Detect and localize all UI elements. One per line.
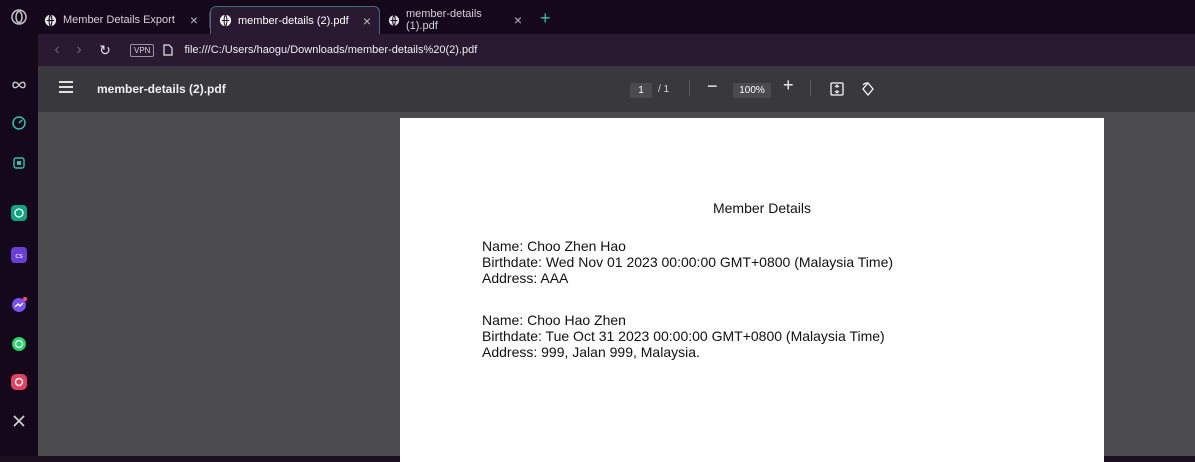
member-birthdate: Birthdate: Tue Oct 31 2023 00:00:00 GMT+… [482, 328, 885, 344]
tab-member-details-export[interactable]: Member Details Export × [36, 6, 206, 34]
tab-label: member-details (2).pdf [238, 14, 349, 27]
back-icon[interactable]: ‹ [46, 41, 68, 59]
member-record: Name: Choo Hao Zhen Birthdate: Tue Oct 3… [482, 312, 885, 360]
sidebar: cs [0, 34, 38, 456]
forward-icon[interactable]: › [68, 41, 90, 59]
svg-text:cs: cs [15, 252, 23, 260]
zoom-level-select[interactable]: 100% [733, 83, 771, 98]
opera-menu-icon[interactable] [10, 8, 28, 26]
pdf-canvas[interactable]: Member Details Name: Choo Zhen Hao Birth… [38, 112, 1195, 462]
globe-icon [44, 14, 57, 26]
whatsapp-icon[interactable] [10, 335, 28, 353]
tab-label: Member Details Export [63, 14, 175, 26]
member-address: Address: AAA [482, 270, 569, 286]
globe-icon [388, 14, 400, 26]
member-record: Name: Choo Zhen Hao Birthdate: Wed Nov 0… [482, 238, 893, 286]
page-heading: Member Details [712, 200, 812, 216]
tab-label: member-details (1).pdf [405, 8, 482, 32]
close-tab-icon[interactable]: × [514, 12, 522, 28]
chatgpt-icon[interactable] [10, 204, 28, 222]
reload-icon[interactable]: ↻ [94, 42, 116, 59]
member-name: Name: Choo Hao Zhen [482, 312, 626, 328]
fit-page-icon[interactable] [830, 82, 844, 96]
toolbar-divider [689, 80, 690, 96]
cs-app-icon[interactable]: cs [10, 246, 28, 264]
extensions-icon[interactable] [10, 154, 28, 172]
zoom-in-icon[interactable]: + [783, 75, 794, 96]
member-name: Name: Choo Zhen Hao [482, 238, 626, 254]
pdf-toolbar: member-details (2).pdf 1 / 1 − 100% + [38, 66, 1195, 112]
document-title: member-details (2).pdf [97, 82, 226, 96]
pdf-page: Member Details Name: Choo Zhen Hao Birth… [400, 118, 1104, 462]
file-icon [163, 44, 174, 56]
member-address: Address: 999, Jalan 999, Malaysia. [482, 344, 700, 360]
hamburger-menu-icon[interactable] [58, 80, 74, 94]
instagram-icon[interactable] [10, 373, 28, 391]
page-total: / 1 [658, 84, 670, 95]
globe-icon [219, 14, 232, 27]
toolbar-divider [810, 80, 811, 96]
aria-icon[interactable] [10, 76, 28, 94]
member-birthdate: Birthdate: Wed Nov 01 2023 00:00:00 GMT+… [482, 254, 894, 270]
tab-member-details-2[interactable]: member-details (2).pdf × [210, 6, 380, 34]
new-tab-icon[interactable]: + [540, 9, 551, 27]
messenger-icon[interactable] [10, 296, 28, 314]
zoom-out-icon[interactable]: − [707, 76, 718, 97]
speed-dial-icon[interactable] [10, 114, 28, 132]
vpn-badge[interactable]: VPN [130, 43, 155, 57]
close-tab-icon[interactable]: × [190, 12, 198, 28]
rotate-icon[interactable] [860, 81, 876, 97]
close-tab-icon[interactable]: × [363, 13, 371, 29]
tab-bar: Member Details Export × member-details (… [0, 0, 1195, 34]
tab-member-details-1[interactable]: member-details (1).pdf × [380, 6, 530, 34]
x-icon[interactable] [10, 412, 28, 430]
page-number-input[interactable]: 1 [630, 83, 652, 98]
url-field[interactable]: file:///C:/Users/haogu/Downloads/member-… [184, 44, 477, 56]
address-bar: ‹ › ↻ VPN file:///C:/Users/haogu/Downloa… [38, 34, 1195, 66]
